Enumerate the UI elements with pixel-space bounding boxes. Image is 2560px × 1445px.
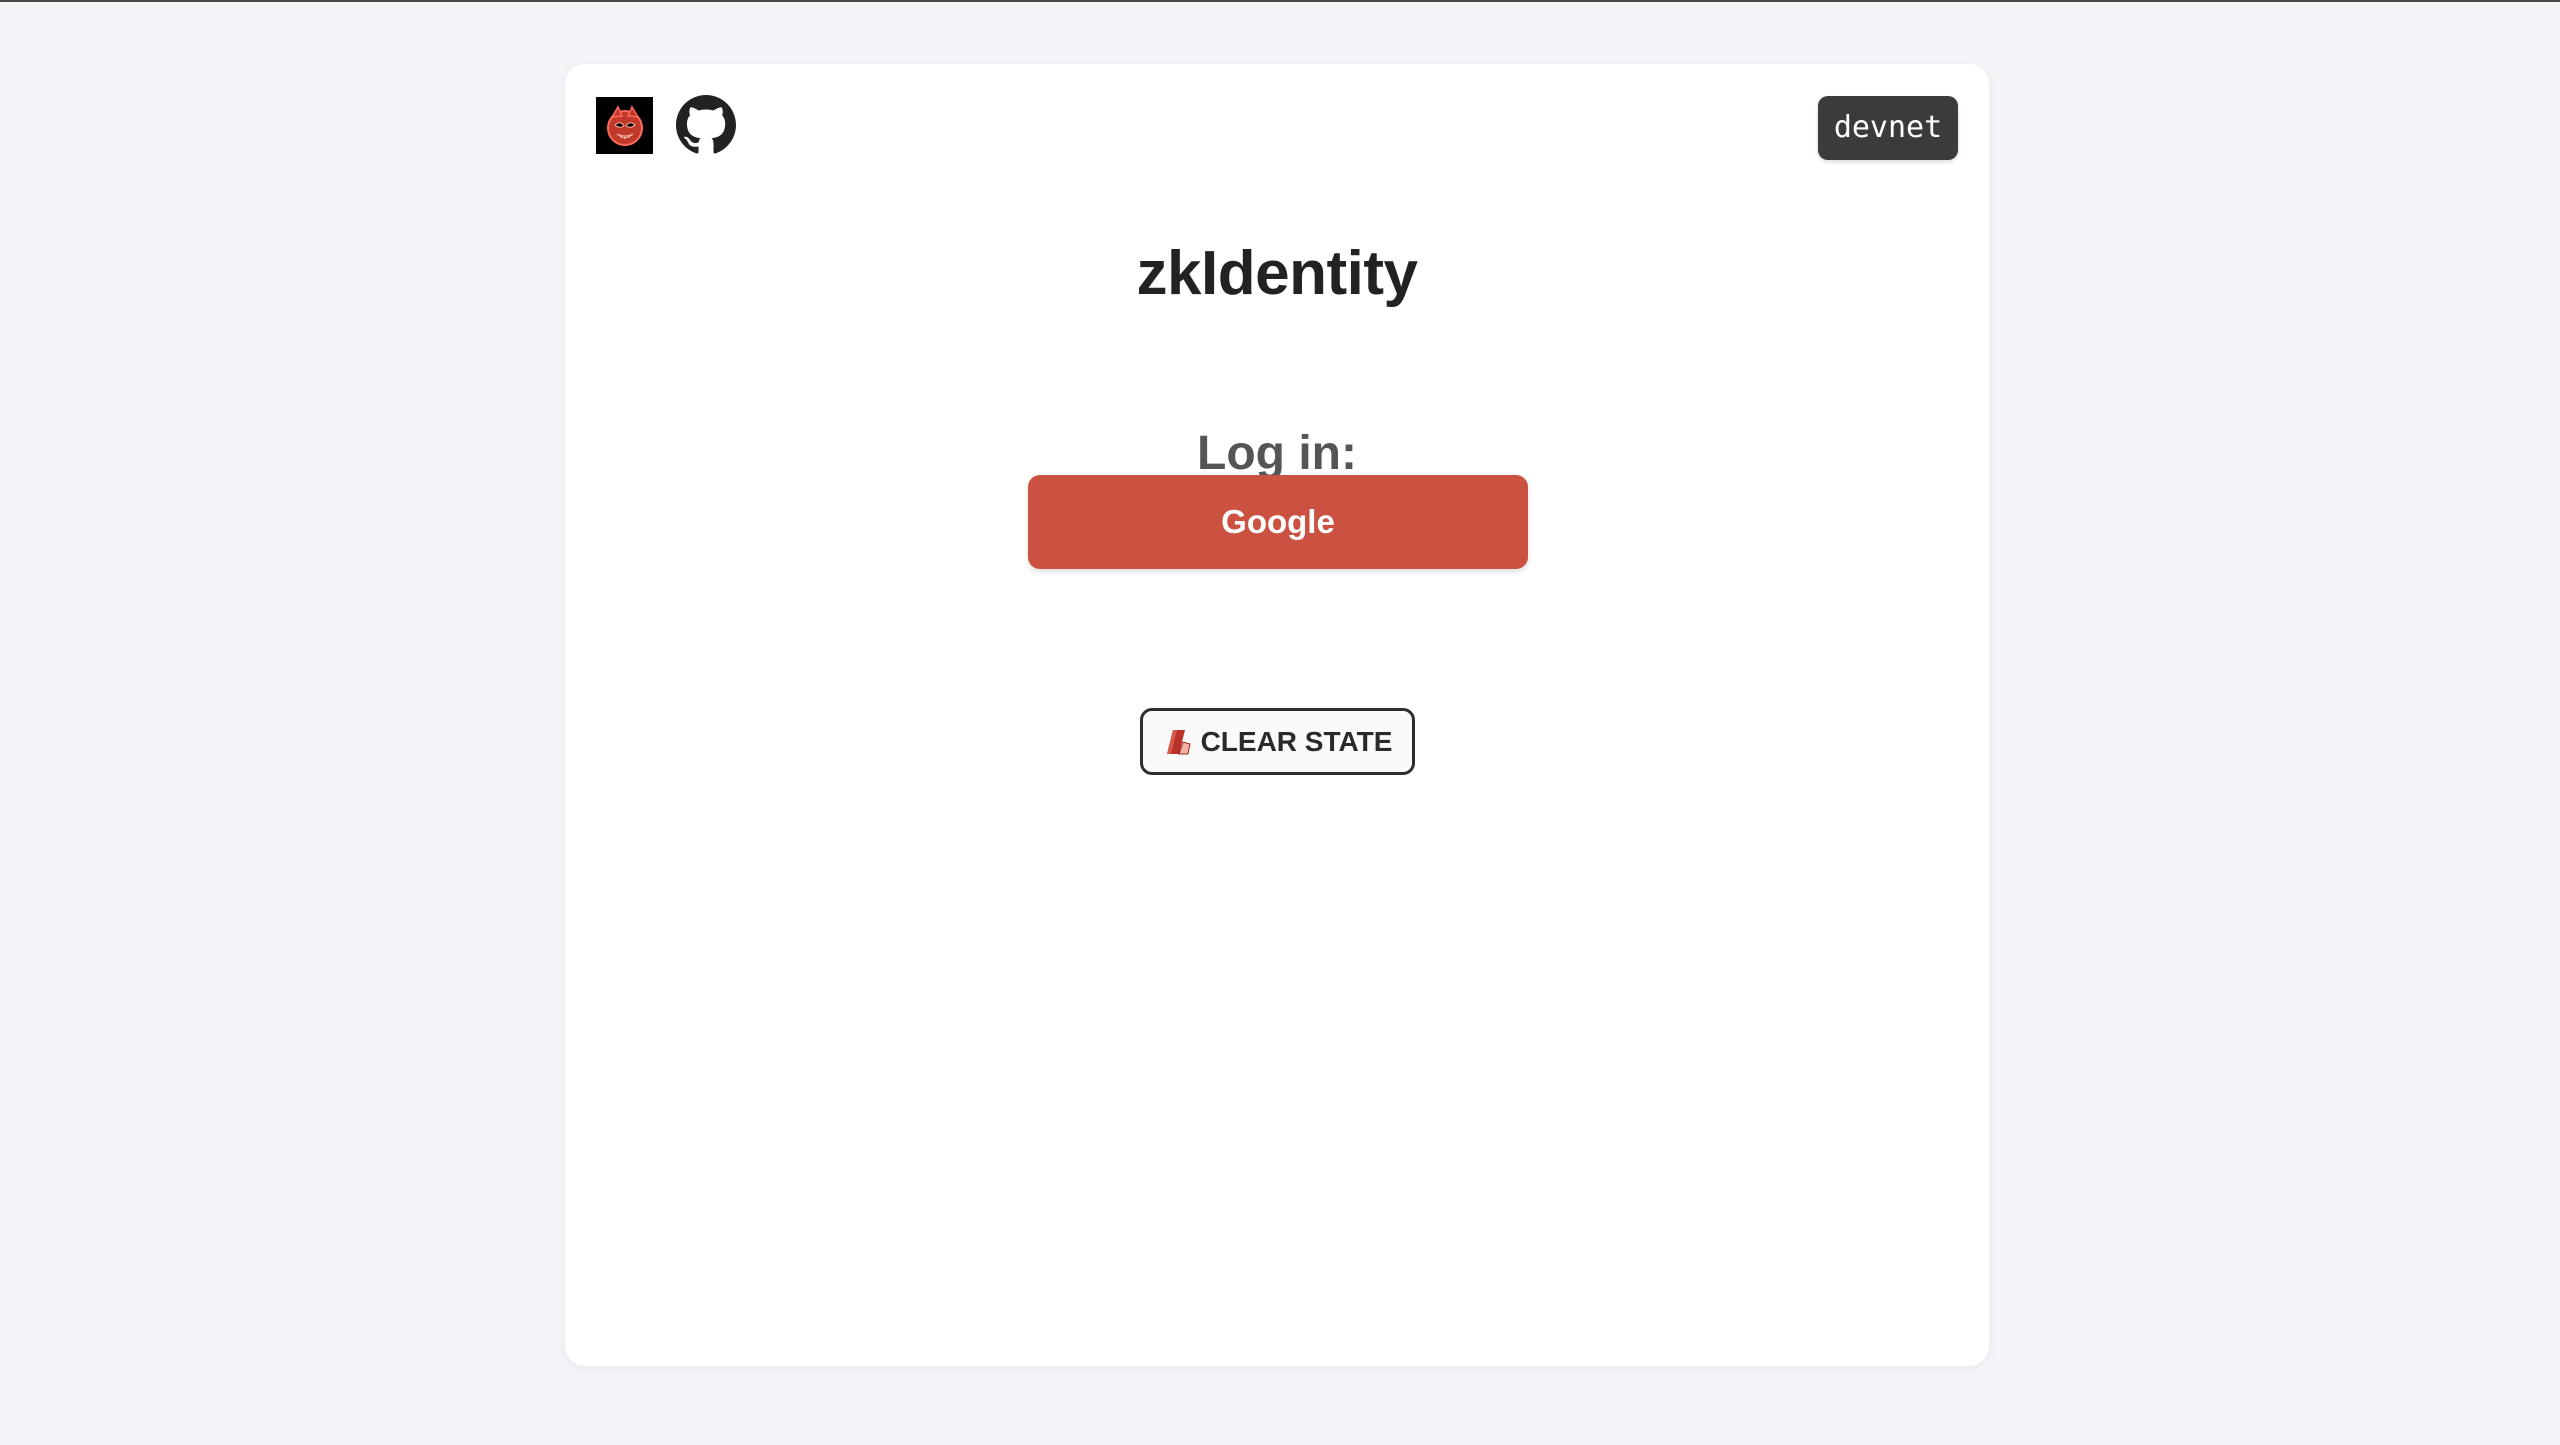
- github-icon[interactable]: [676, 95, 736, 155]
- clear-state-button[interactable]: CLEAR STATE: [1140, 708, 1415, 775]
- main-card: devnet zkIdentity Log in: Google CLEAR S…: [565, 64, 1989, 1366]
- eraser-icon-graphic: [1166, 729, 1191, 754]
- eraser-icon: [1163, 728, 1193, 756]
- github-icon-graphic: [676, 95, 736, 154]
- mask-logo-icon: [596, 97, 653, 154]
- mask-logo-graphic: [606, 104, 643, 146]
- window-top-border: [0, 0, 2560, 2]
- clear-state-label: CLEAR STATE: [1200, 725, 1393, 757]
- google-login-button[interactable]: Google: [1028, 475, 1528, 569]
- app-title: zkIdentity: [1136, 239, 1418, 308]
- network-badge[interactable]: devnet: [1818, 96, 1958, 160]
